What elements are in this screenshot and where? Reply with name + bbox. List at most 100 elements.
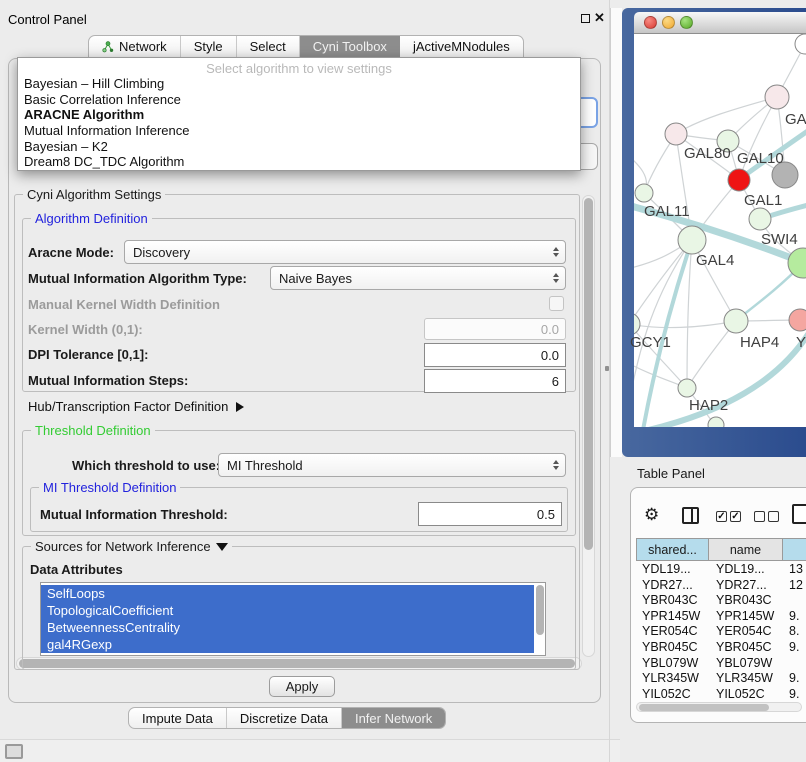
network-window-titlebar[interactable] — [634, 12, 806, 34]
dpi-tolerance-field[interactable]: 0.0 — [424, 343, 566, 367]
table-cell[interactable]: YBL079W — [716, 656, 772, 670]
table-cell[interactable]: YPR145W — [716, 609, 774, 623]
node-gal1[interactable] — [749, 208, 771, 230]
node-hap4[interactable] — [724, 309, 748, 333]
table-cell[interactable]: YBR043C — [716, 593, 772, 607]
table-cell[interactable]: YIL052C — [642, 687, 691, 700]
menu-item-basic-correlation[interactable]: Basic Correlation Inference — [18, 92, 580, 108]
dock-panel-icon[interactable] — [5, 744, 23, 759]
mi-steps-label: Mutual Information Steps: — [28, 373, 188, 388]
node-label-hap2: HAP2 — [689, 397, 728, 414]
tab-style[interactable]: Style — [181, 36, 237, 57]
menu-item-bayesian-k2[interactable]: Bayesian – K2 — [18, 139, 580, 155]
table-cell[interactable]: YDL19... — [642, 562, 691, 576]
minimize-traffic-icon[interactable] — [662, 16, 675, 29]
columns-icon[interactable] — [682, 507, 699, 524]
checkbox-checked-icon[interactable]: ✓ — [716, 511, 727, 522]
vertical-scrollbar-thumb[interactable] — [584, 198, 593, 550]
node-salmon[interactable] — [789, 309, 806, 331]
vertical-scrollbar[interactable] — [582, 195, 595, 657]
hub-definition-toggle[interactable]: Hub/Transcription Factor Definition — [28, 399, 244, 414]
node-hap2[interactable] — [678, 379, 696, 397]
dropdown-placeholder: Select algorithm to view settings — [18, 61, 580, 76]
gear-icon[interactable]: ⚙ — [644, 505, 659, 525]
node-selected-red[interactable] — [728, 169, 750, 191]
mi-steps-field[interactable]: 6 — [424, 369, 566, 393]
new-table-icon[interactable] — [792, 504, 806, 524]
table-horizontal-scrollbar[interactable] — [636, 702, 802, 712]
column-header-shared-name[interactable]: shared... — [636, 538, 709, 561]
close-traffic-icon[interactable] — [644, 16, 657, 29]
which-threshold-select[interactable]: MI Threshold — [218, 453, 566, 477]
splitter-grip[interactable] — [605, 366, 609, 371]
close-icon[interactable]: ✕ — [594, 10, 605, 26]
table-cell[interactable]: YDR27... — [716, 578, 767, 592]
table-cell[interactable]: 12 — [789, 578, 803, 592]
menu-item-mutual-information[interactable]: Mutual Information Inference — [18, 123, 580, 139]
tab-infer-network[interactable]: Infer Network — [342, 708, 445, 728]
tab-jactivemnodules[interactable]: jActiveMNodules — [400, 36, 523, 57]
kernel-width-field[interactable]: 0.0 — [424, 318, 566, 340]
checkbox-unchecked-icon[interactable] — [754, 511, 765, 522]
tab-label: Network — [119, 39, 167, 54]
table-cell[interactable]: 9. — [789, 609, 799, 623]
table-cell[interactable]: YBR043C — [642, 593, 698, 607]
table-cell[interactable]: 9. — [789, 687, 799, 700]
table-body[interactable]: YDL19... YDL19... 13 YDR27... YDR27... 1… — [630, 560, 806, 700]
table-cell[interactable]: YIL052C — [716, 687, 765, 700]
table-cell[interactable]: YBR045C — [716, 640, 772, 654]
tab-select[interactable]: Select — [237, 36, 300, 57]
tab-network[interactable]: Network — [89, 36, 181, 57]
checkbox-unchecked-icon[interactable] — [768, 511, 779, 522]
table-cell[interactable]: YBL079W — [642, 656, 698, 670]
node-gal7[interactable] — [765, 85, 789, 109]
tab-label: Infer Network — [355, 711, 432, 726]
sources-group-title[interactable]: Sources for Network Inference — [31, 539, 232, 554]
tab-label: Cyni Toolbox — [313, 39, 387, 54]
table-cell[interactable]: YER054C — [716, 624, 772, 638]
node[interactable] — [795, 34, 806, 54]
list-item[interactable]: SelfLoops — [41, 585, 534, 602]
table-cell[interactable]: 9. — [789, 640, 799, 654]
mi-threshold-field[interactable]: 0.5 — [418, 502, 562, 526]
footer-strip — [0, 739, 620, 762]
checkbox-checked-icon[interactable]: ✓ — [730, 511, 741, 522]
table-cell[interactable]: YDL19... — [716, 562, 765, 576]
table-cell[interactable]: YLR345W — [716, 671, 773, 685]
table-cell[interactable]: YLR345W — [642, 671, 699, 685]
table-cell[interactable]: YER054C — [642, 624, 698, 638]
node-gal11[interactable] — [635, 184, 653, 202]
group-title: MI Threshold Definition — [39, 480, 180, 495]
data-attributes-list[interactable]: SelfLoops TopologicalCoefficient Between… — [40, 582, 546, 656]
aracne-mode-select[interactable]: Discovery — [124, 240, 566, 264]
tab-discretize-data[interactable]: Discretize Data — [227, 708, 342, 728]
mi-algorithm-type-select[interactable]: Naive Bayes — [270, 266, 566, 290]
menu-item-aracne[interactable]: ARACNE Algorithm — [18, 107, 580, 123]
manual-kernel-width-checkbox[interactable] — [549, 296, 564, 311]
tab-cyni-toolbox[interactable]: Cyni Toolbox — [300, 36, 400, 57]
screen: { "colors": { "selection_blue": "#3d6dcb… — [0, 0, 806, 762]
node-gal80[interactable] — [665, 123, 687, 145]
table-cell[interactable]: YBR045C — [642, 640, 698, 654]
table-cell[interactable]: 8. — [789, 624, 799, 638]
table-cell[interactable]: 13 — [789, 562, 803, 576]
menu-item-dream8[interactable]: Dream8 DC_TDC Algorithm — [18, 154, 580, 170]
list-item[interactable]: gal4RGexp — [41, 636, 534, 653]
table-scrollbar-thumb[interactable] — [639, 704, 769, 711]
list-scrollbar-thumb[interactable] — [536, 585, 544, 635]
column-header-cut[interactable] — [782, 538, 806, 561]
apply-button[interactable]: Apply — [269, 676, 335, 697]
float-window-icon[interactable] — [581, 14, 590, 23]
list-item[interactable]: TopologicalCoefficient — [41, 602, 534, 619]
column-header-name[interactable]: name — [708, 538, 783, 561]
menu-item-bayesian-hill-climbing[interactable]: Bayesian – Hill Climbing — [18, 76, 580, 92]
table-cell[interactable]: YPR145W — [642, 609, 700, 623]
node-gcy1[interactable] — [634, 313, 640, 335]
table-cell[interactable]: YDR27... — [642, 578, 693, 592]
table-cell[interactable]: 9. — [789, 671, 799, 685]
selected-value: Discovery — [133, 245, 190, 260]
tab-impute-data[interactable]: Impute Data — [129, 708, 227, 728]
zoom-traffic-icon[interactable] — [680, 16, 693, 29]
node-gal4[interactable] — [678, 226, 706, 254]
list-item[interactable]: BetweennessCentrality — [41, 619, 534, 636]
